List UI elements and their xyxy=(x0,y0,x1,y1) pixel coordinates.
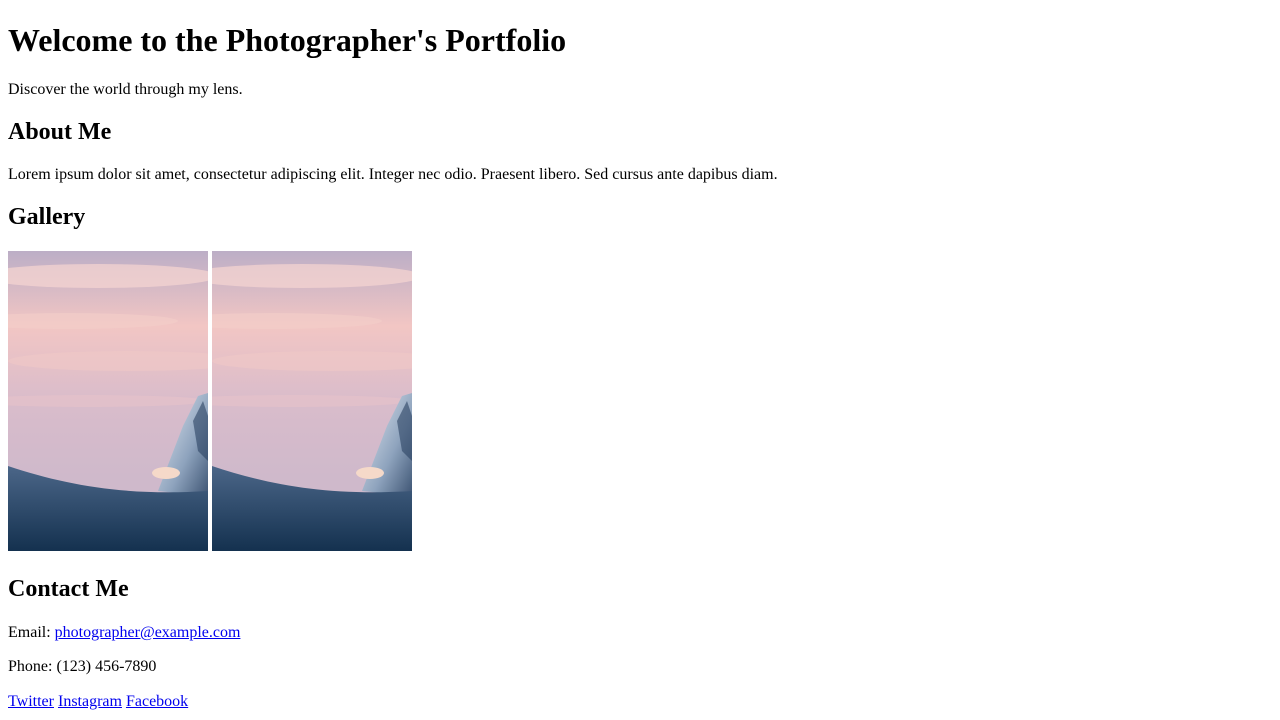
instagram-link[interactable]: Instagram xyxy=(58,693,122,710)
gallery-photo-1[interactable] xyxy=(8,251,208,551)
contact-heading: Contact Me xyxy=(8,576,129,602)
phone-line: Phone: (123) 456-7890 xyxy=(8,658,157,675)
about-text: Lorem ipsum dolor sit amet, consectetur … xyxy=(8,166,778,183)
email-link[interactable]: photographer@example.com xyxy=(55,624,241,641)
gallery-heading: Gallery xyxy=(8,204,86,230)
email-line: Email: photographer@example.com xyxy=(8,623,240,642)
facebook-link[interactable]: Facebook xyxy=(126,693,188,710)
about-heading: About Me xyxy=(8,119,112,145)
social-links: Twitter Instagram Facebook xyxy=(8,692,188,711)
gallery-photo-2[interactable] xyxy=(212,251,412,551)
tagline: Discover the world through my lens. xyxy=(8,81,243,98)
email-label: Email: xyxy=(8,624,55,641)
gallery xyxy=(8,251,412,551)
page-title: Welcome to the Photographer's Portfolio xyxy=(8,22,567,58)
twitter-link[interactable]: Twitter xyxy=(8,693,54,710)
